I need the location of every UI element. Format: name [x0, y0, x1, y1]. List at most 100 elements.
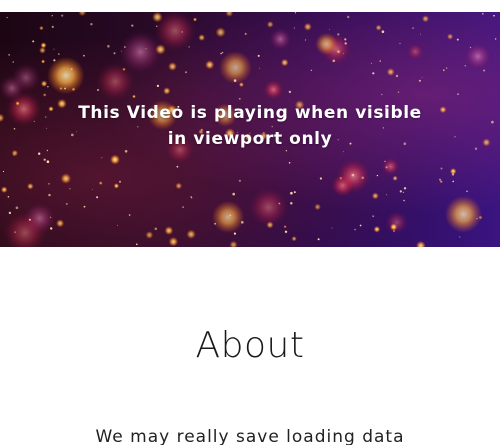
bokeh-particle	[193, 17, 197, 22]
bokeh-particle	[291, 236, 297, 242]
bokeh-particle	[43, 158, 46, 161]
bokeh-particle	[304, 39, 307, 41]
bokeh-particle	[176, 165, 179, 168]
bokeh-particle	[399, 43, 401, 44]
bokeh-particle	[344, 38, 347, 41]
bokeh-particle	[164, 226, 174, 236]
bokeh-particle	[257, 54, 260, 57]
bokeh-particle	[266, 21, 274, 28]
bokeh-particle	[395, 74, 399, 78]
bokeh-particle	[476, 217, 478, 220]
bokeh-particle	[232, 192, 235, 196]
bokeh-particle	[96, 62, 135, 101]
bokeh-particle	[2, 170, 5, 173]
bokeh-particle	[152, 12, 163, 23]
bokeh-particle	[97, 89, 99, 91]
bokeh-particle	[211, 200, 245, 234]
bokeh-particle	[65, 202, 68, 205]
bokeh-particle	[385, 166, 388, 169]
video-caption: This Video is playing when visible in vi…	[0, 100, 500, 152]
bokeh-particle	[452, 180, 455, 183]
bokeh-particle	[233, 79, 237, 82]
bokeh-particle	[283, 225, 287, 229]
bokeh-particle	[440, 167, 443, 170]
bokeh-particle	[154, 227, 158, 231]
bokeh-particle	[238, 82, 244, 88]
bokeh-particle	[248, 187, 289, 227]
bokeh-particle	[469, 46, 472, 49]
bokeh-particle	[478, 215, 483, 220]
bokeh-particle	[464, 65, 466, 67]
bokeh-particle	[415, 240, 426, 247]
bokeh-particle	[51, 15, 53, 17]
bokeh-particle	[8, 211, 12, 215]
bokeh-particle	[494, 38, 497, 40]
bokeh-particle	[6, 16, 8, 19]
bokeh-particle	[351, 173, 355, 177]
bokeh-particle	[59, 86, 63, 91]
bokeh-particle	[188, 46, 190, 48]
bokeh-particle	[390, 223, 398, 231]
bokeh-particle	[361, 176, 365, 180]
bokeh-particle	[42, 93, 47, 97]
background-video: This Video is playing when visible in vi…	[0, 12, 500, 247]
bokeh-particle	[379, 60, 381, 62]
bokeh-particle	[175, 182, 183, 190]
bokeh-particle	[293, 27, 295, 29]
bokeh-particle	[225, 12, 234, 17]
bokeh-particle	[294, 12, 297, 14]
bokeh-particle	[259, 67, 261, 69]
bokeh-particle	[421, 77, 423, 78]
bokeh-particle	[370, 62, 372, 64]
bokeh-particle	[61, 14, 64, 17]
bokeh-particle	[69, 188, 71, 190]
bokeh-particle	[406, 43, 424, 61]
bokeh-particle	[288, 90, 292, 94]
bokeh-particle	[107, 44, 110, 48]
bokeh-particle	[386, 194, 388, 196]
bokeh-particle	[47, 56, 85, 95]
bokeh-particle	[447, 33, 454, 40]
bokeh-particle	[78, 12, 87, 17]
bokeh-particle	[53, 59, 56, 62]
bokeh-particle	[50, 227, 53, 230]
bokeh-particle	[113, 52, 116, 55]
bokeh-particle	[60, 173, 72, 184]
bokeh-particle	[124, 46, 126, 48]
bokeh-particle	[493, 14, 495, 17]
bokeh-particle	[381, 157, 400, 176]
bokeh-particle	[15, 206, 19, 210]
bokeh-particle	[220, 52, 222, 55]
video-caption-line-2: in viewport only	[167, 129, 333, 149]
bokeh-particle	[445, 67, 448, 69]
bokeh-particle	[457, 93, 459, 96]
bokeh-particle	[403, 199, 405, 202]
bokeh-particle	[205, 60, 215, 70]
bokeh-particle	[347, 15, 350, 19]
bokeh-particle	[228, 213, 233, 218]
bokeh-particle	[293, 191, 296, 194]
bokeh-particle	[27, 183, 34, 190]
bokeh-particle	[278, 202, 281, 205]
bokeh-particle	[371, 192, 379, 200]
bokeh-particle	[8, 54, 10, 56]
bokeh-particle	[284, 230, 288, 233]
bokeh-particle	[269, 27, 292, 51]
bokeh-particle	[214, 222, 217, 225]
bokeh-particle	[439, 178, 441, 181]
bokeh-particle	[483, 69, 486, 72]
bokeh-particle	[317, 238, 320, 241]
bokeh-particle	[319, 177, 322, 180]
bokeh-particle	[376, 174, 379, 177]
bokeh-particle	[290, 202, 293, 205]
bokeh-particle	[229, 240, 238, 247]
bokeh-particle	[331, 227, 333, 229]
bokeh-particle	[96, 196, 99, 199]
bokeh-particle	[392, 175, 398, 181]
bokeh-particle	[314, 203, 321, 211]
bokeh-particle	[53, 48, 55, 50]
bokeh-particle	[373, 226, 381, 233]
bokeh-particle	[344, 42, 347, 45]
bokeh-particle	[315, 32, 338, 56]
bokeh-particle	[32, 40, 35, 43]
